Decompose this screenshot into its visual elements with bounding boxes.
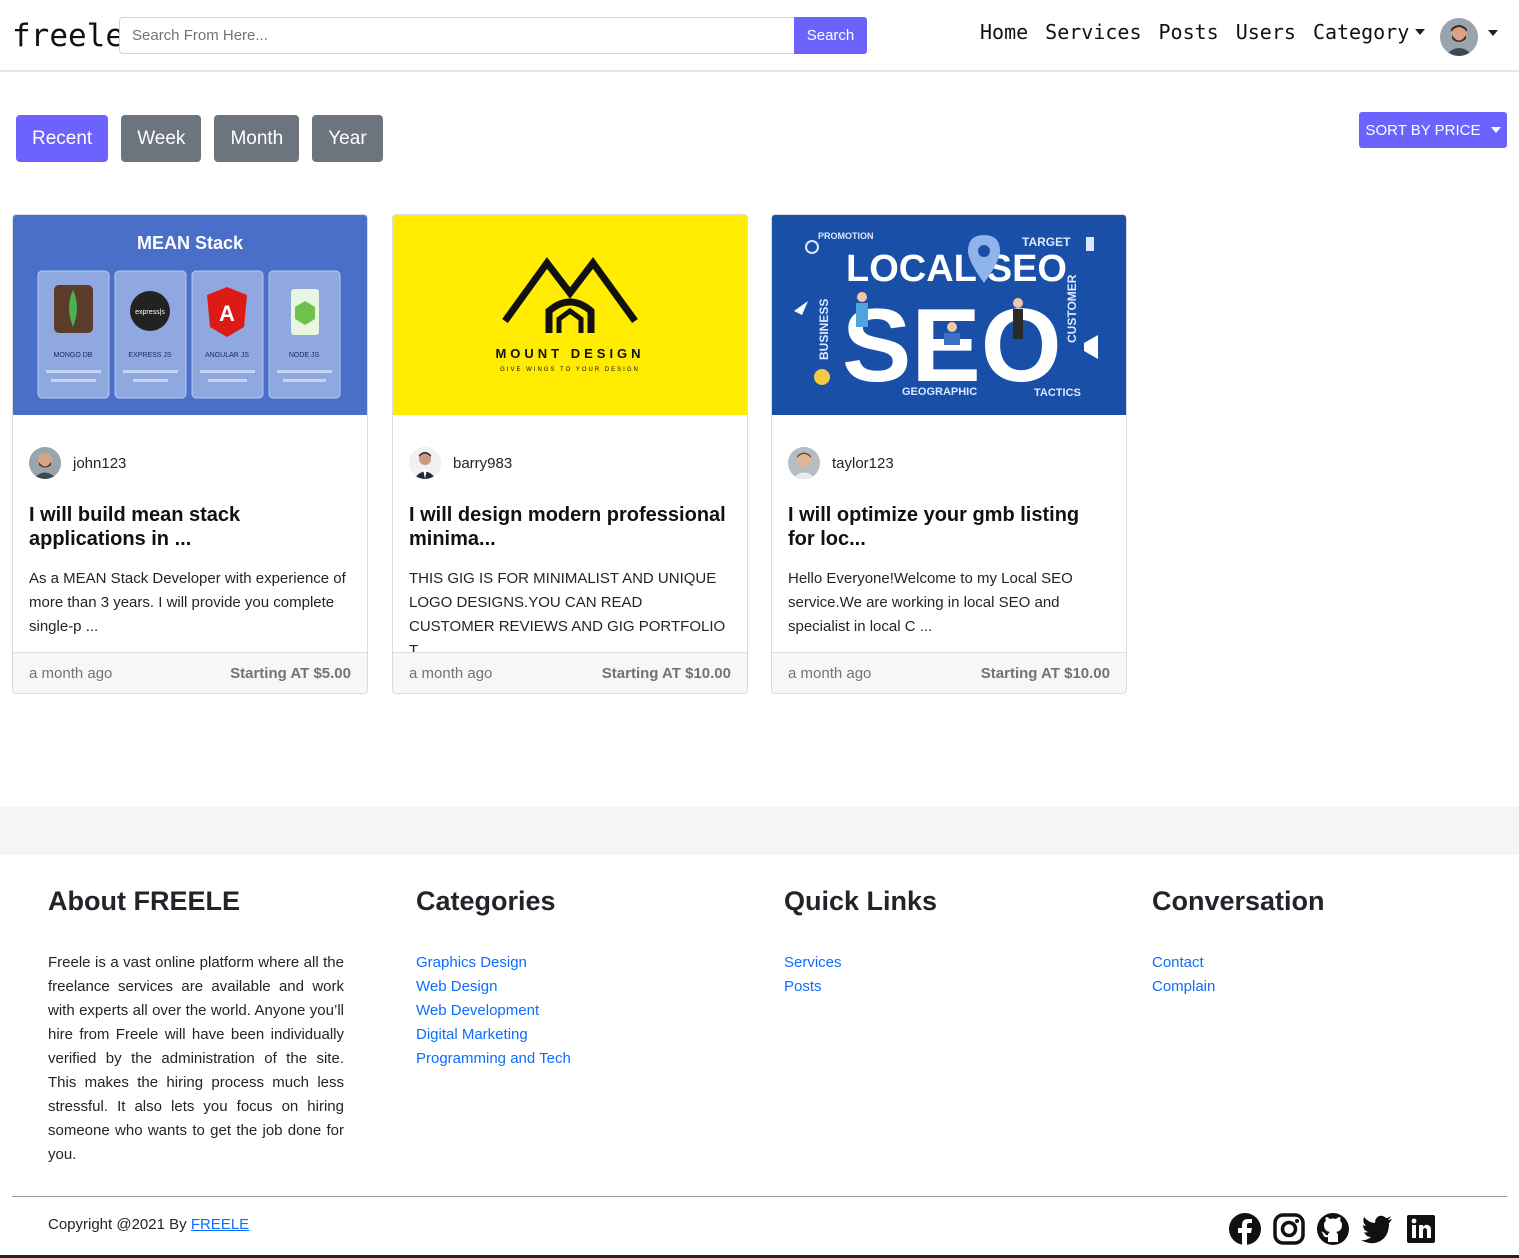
- avatar: [29, 447, 61, 479]
- seller-name[interactable]: barry983: [453, 455, 512, 472]
- footer-link-graphics-design[interactable]: Graphics Design: [416, 951, 571, 975]
- card-footer: a month ago Starting AT $10.00: [393, 652, 747, 693]
- seo-word: PROMOTION: [818, 231, 874, 241]
- navbar: freele Search Home Services Posts Users …: [0, 0, 1519, 72]
- gig-price: Starting AT $5.00: [230, 664, 351, 682]
- gig-time: a month ago: [409, 664, 493, 682]
- seller-info: john123: [29, 447, 126, 479]
- gig-description: As a MEAN Stack Developer with experienc…: [29, 570, 346, 635]
- footer-conversation: Conversation Contact Complain: [1152, 886, 1325, 999]
- mean-item-label: EXPRESS JS: [128, 352, 172, 359]
- copyright-text: Copyright @2021 By: [48, 1216, 191, 1233]
- gig-card[interactable]: MEAN Stack express|s A MONGO DB EXPRESS …: [12, 214, 368, 694]
- social-links: [1228, 1212, 1448, 1246]
- footer-divider-band: [0, 807, 1519, 855]
- footer-link-web-design[interactable]: Web Design: [416, 975, 571, 999]
- gig-title[interactable]: I will build mean stack applications in …: [29, 503, 349, 551]
- gig-description: THIS GIG IS FOR MINIMALIST AND UNIQUE LO…: [409, 570, 726, 659]
- gig-time: a month ago: [29, 664, 113, 682]
- footer-link-services[interactable]: Services: [784, 951, 937, 975]
- sort-by-price-dropdown[interactable]: SORT BY PRICE: [1359, 112, 1507, 148]
- gig-image-mount-design[interactable]: MOUNT DESIGN GIVE WINGS TO YOUR DESIGN: [393, 215, 747, 415]
- seo-word: TARGET: [1022, 235, 1071, 249]
- github-icon[interactable]: [1316, 1212, 1350, 1246]
- copyright-link[interactable]: FREELE: [191, 1216, 249, 1233]
- svg-text:A: A: [219, 301, 235, 326]
- gig-title[interactable]: I will design modern professional minima…: [409, 503, 729, 551]
- user-avatar[interactable]: [1440, 18, 1478, 56]
- instagram-icon[interactable]: [1272, 1212, 1306, 1246]
- gig-card[interactable]: MOUNT DESIGN GIVE WINGS TO YOUR DESIGN b…: [392, 214, 748, 694]
- nav-home[interactable]: Home: [980, 20, 1028, 44]
- search-form: Search: [119, 17, 867, 54]
- gig-image-local-seo[interactable]: PROMOTION TARGET BUSINESS CUSTOMER GEOGR…: [772, 215, 1126, 415]
- categories-title: Categories: [416, 886, 556, 916]
- nav-users[interactable]: Users: [1236, 20, 1296, 44]
- filter-year-button[interactable]: Year: [312, 115, 383, 162]
- gig-time: a month ago: [788, 664, 872, 682]
- footer-link-programming-tech[interactable]: Programming and Tech: [416, 1047, 571, 1071]
- seo-word: BUSINESS: [817, 299, 831, 360]
- nav-services[interactable]: Services: [1045, 20, 1141, 44]
- footer-link-digital-marketing[interactable]: Digital Marketing: [416, 1023, 571, 1047]
- filter-week-button[interactable]: Week: [121, 115, 202, 162]
- about-title: About FREELE: [48, 886, 240, 916]
- search-button[interactable]: Search: [794, 17, 867, 54]
- nav-posts[interactable]: Posts: [1159, 20, 1219, 44]
- mount-design-caption: MOUNT DESIGN: [495, 346, 644, 361]
- nav-links: Home Services Posts Users Category: [980, 20, 1442, 44]
- seller-name[interactable]: john123: [73, 455, 126, 472]
- footer-categories: Categories Graphics Design Web Design We…: [416, 886, 571, 1071]
- seller-name[interactable]: taylor123: [832, 455, 894, 472]
- gig-description: Hello Everyone!Welcome to my Local SEO s…: [788, 570, 1073, 635]
- seller-info: taylor123: [788, 447, 894, 479]
- twitter-icon[interactable]: [1360, 1212, 1394, 1246]
- mount-design-subcaption: GIVE WINGS TO YOUR DESIGN: [500, 367, 640, 373]
- gig-card[interactable]: PROMOTION TARGET BUSINESS CUSTOMER GEOGR…: [771, 214, 1127, 694]
- footer-link-web-development[interactable]: Web Development: [416, 999, 571, 1023]
- brand-logo[interactable]: freele: [12, 18, 124, 54]
- mean-item-label: NODE JS: [289, 352, 320, 359]
- avatar: [409, 447, 441, 479]
- footer-divider: [12, 1196, 1507, 1197]
- mean-item-label: ANGULAR JS: [205, 352, 249, 359]
- facebook-icon[interactable]: [1228, 1212, 1262, 1246]
- linkedin-icon[interactable]: [1404, 1212, 1438, 1246]
- gig-title[interactable]: I will optimize your gmb listing for loc…: [788, 503, 1108, 551]
- copyright: Copyright @2021 By FREELE: [48, 1216, 249, 1233]
- user-menu-chevron-icon[interactable]: [1488, 30, 1498, 36]
- chevron-down-icon[interactable]: [1415, 29, 1426, 35]
- footer-link-complain[interactable]: Complain: [1152, 975, 1325, 999]
- gig-image-mean-stack[interactable]: MEAN Stack express|s A MONGO DB EXPRESS …: [13, 215, 367, 415]
- footer-about: About FREELE Freele is a vast online pla…: [48, 886, 344, 1167]
- mean-item-label: MONGO DB: [54, 352, 93, 359]
- search-input[interactable]: [119, 17, 794, 54]
- footer-link-contact[interactable]: Contact: [1152, 951, 1325, 975]
- time-filter-group: Recent Week Month Year: [16, 115, 396, 162]
- seller-info: barry983: [409, 447, 512, 479]
- svg-text:express|s: express|s: [135, 309, 165, 316]
- footer-link-posts[interactable]: Posts: [784, 975, 937, 999]
- footer-quick-links: Quick Links Services Posts: [784, 886, 937, 999]
- mean-stack-caption: MEAN Stack: [137, 233, 244, 253]
- filter-recent-button[interactable]: Recent: [16, 115, 109, 162]
- nav-category-dropdown[interactable]: Category: [1313, 20, 1409, 44]
- about-text: Freele is a vast online platform where a…: [48, 954, 344, 1163]
- chevron-down-icon: [1490, 127, 1501, 133]
- gig-price: Starting AT $10.00: [601, 664, 731, 682]
- svg-text:SEO: SEO: [842, 288, 1062, 404]
- seo-word: CUSTOMER: [1065, 274, 1079, 343]
- avatar: [788, 447, 820, 479]
- card-footer: a month ago Starting AT $5.00: [13, 652, 367, 693]
- conversation-title: Conversation: [1152, 886, 1325, 916]
- card-footer: a month ago Starting AT $10.00: [772, 652, 1126, 693]
- filter-month-button[interactable]: Month: [214, 115, 300, 162]
- sort-label: SORT BY PRICE: [1365, 121, 1481, 139]
- gig-price: Starting AT $10.00: [980, 664, 1110, 682]
- quick-links-title: Quick Links: [784, 886, 938, 916]
- local-word: LOCAL SEO: [846, 248, 1067, 290]
